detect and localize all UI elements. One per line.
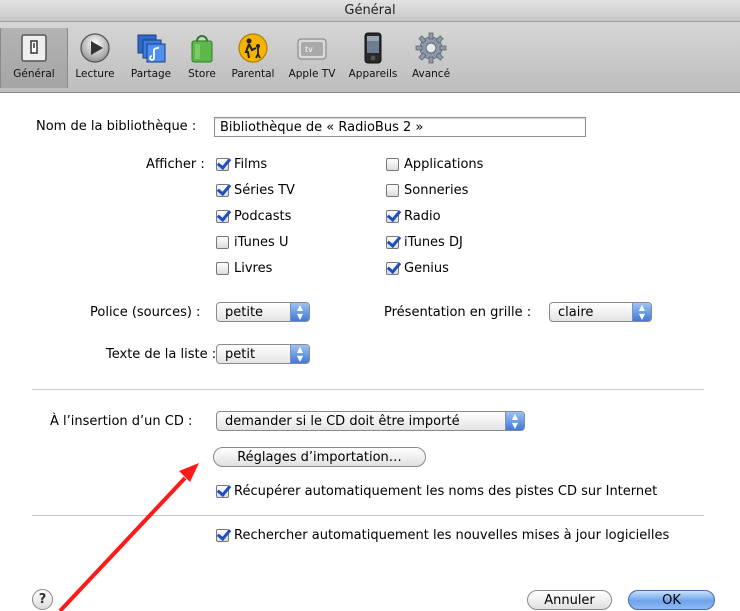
general-switch-icon (18, 32, 50, 64)
checkbox-radio[interactable]: Radio (386, 209, 441, 224)
tab-label: Général (13, 68, 55, 80)
checkbox-livres[interactable]: Livres (216, 261, 272, 276)
popup-arrows-icon: ▲ ▼ (505, 412, 524, 430)
cd-insert-popup[interactable]: demander si le CD doit être importé ▲ ▼ (216, 411, 525, 431)
general-pane: Nom de la bibliothèque : Bibliothèque de… (0, 93, 740, 611)
checkbox-box (386, 262, 399, 275)
checkbox-box (386, 236, 399, 249)
checkbox-box (216, 485, 229, 498)
library-name-label: Nom de la bibliothèque : (36, 119, 197, 134)
tab-label: Parental (231, 68, 275, 80)
tab-label: Store (188, 68, 216, 80)
list-text-popup[interactable]: petit ▲ ▼ (216, 344, 310, 364)
checkbox-label: Radio (404, 209, 441, 224)
checkbox-itunes-dj[interactable]: iTunes DJ (386, 235, 463, 250)
play-icon (79, 32, 111, 64)
tab-store[interactable]: Store (180, 28, 224, 88)
grid-popup[interactable]: claire ▲ ▼ (549, 302, 652, 322)
checkbox-label: Livres (234, 261, 273, 276)
checkbox-itunes-u[interactable]: iTunes U (216, 235, 288, 250)
tab-lecture[interactable]: Lecture (68, 28, 122, 88)
checkbox-box (216, 262, 229, 275)
checkbox-label: Récupérer automatiquement les noms des p… (234, 484, 658, 499)
gear-icon (415, 32, 447, 64)
tab-label: Lecture (75, 68, 115, 80)
cd-insert-label: À l’insertion d’un CD : (50, 414, 193, 429)
checkbox-auto-track-names[interactable]: Récupérer automatiquement les noms des p… (216, 484, 657, 499)
tab-label: Partage (130, 68, 172, 80)
music-share-icon (135, 32, 167, 64)
checkbox-box (386, 158, 399, 171)
appletv-badge: tv (305, 45, 313, 54)
checkbox-box (216, 236, 229, 249)
popup-value: demander si le CD doit être importé (225, 414, 460, 429)
checkbox-box (216, 184, 229, 197)
popup-value: claire (558, 305, 594, 320)
tab-avance[interactable]: Avancé (406, 28, 456, 88)
checkbox-films[interactable]: Films (216, 157, 267, 172)
checkbox-label: Applications (404, 157, 484, 172)
grid-label: Présentation en grille : (384, 305, 532, 320)
parental-icon (237, 32, 269, 64)
separator (32, 389, 704, 390)
tab-appareils[interactable]: Appareils (342, 28, 404, 88)
popup-arrows-icon: ▲ ▼ (632, 303, 651, 321)
cancel-button[interactable]: Annuler (527, 590, 612, 610)
separator (32, 515, 704, 516)
ipod-icon (357, 32, 389, 64)
checkbox-box (386, 210, 399, 223)
popup-arrows-icon: ▲ ▼ (290, 303, 309, 321)
import-settings-button[interactable]: Réglages d’importation… (213, 447, 426, 467)
tab-apple-tv[interactable]: tv Apple TV (282, 28, 342, 88)
appletv-icon: tv (296, 32, 328, 64)
popup-value: petite (225, 305, 264, 320)
help-button[interactable]: ? (32, 589, 53, 610)
shopping-bag-icon (186, 32, 218, 64)
checkbox-box (216, 529, 229, 542)
popup-arrows-icon: ▲ ▼ (290, 345, 309, 363)
tab-partage[interactable]: Partage (122, 28, 180, 88)
tab-general[interactable]: Général (0, 28, 68, 88)
checkbox-label: Séries TV (234, 183, 295, 198)
checkbox-box (386, 184, 399, 197)
checkbox-genius[interactable]: Genius (386, 261, 449, 276)
checkbox-podcasts[interactable]: Podcasts (216, 209, 291, 224)
popup-value: petit (225, 347, 256, 362)
show-label: Afficher : (146, 157, 205, 172)
checkbox-label: Genius (404, 261, 449, 276)
list-text-label: Texte de la liste : (106, 347, 217, 362)
checkbox-label: Podcasts (234, 209, 292, 224)
library-name-field[interactable]: Bibliothèque de « RadioBus 2 » (214, 117, 586, 137)
checkbox-sonneries[interactable]: Sonneries (386, 183, 468, 198)
checkbox-label: iTunes DJ (404, 235, 463, 250)
tab-parental[interactable]: Parental (224, 28, 282, 88)
checkbox-box (216, 210, 229, 223)
checkbox-label: iTunes U (234, 235, 289, 250)
checkbox-label: Films (234, 157, 268, 172)
checkbox-series-tv[interactable]: Séries TV (216, 183, 295, 198)
checkbox-label: Sonneries (404, 183, 469, 198)
tab-label: Avancé (411, 68, 451, 80)
checkbox-box (216, 158, 229, 171)
source-font-label: Police (sources) : (90, 305, 201, 320)
checkbox-label: Rechercher automatiquement les nouvelles… (234, 528, 670, 543)
window-title: Général (0, 0, 740, 22)
checkbox-auto-updates[interactable]: Rechercher automatiquement les nouvelles… (216, 528, 669, 543)
checkbox-applications[interactable]: Applications (386, 157, 483, 172)
source-font-popup[interactable]: petite ▲ ▼ (216, 302, 310, 322)
tab-label: Apple TV (288, 68, 336, 80)
ok-button[interactable]: OK (628, 590, 715, 610)
preferences-toolbar: Général Lecture Partage Store Parental t… (0, 22, 740, 93)
tab-label: Appareils (348, 68, 398, 80)
